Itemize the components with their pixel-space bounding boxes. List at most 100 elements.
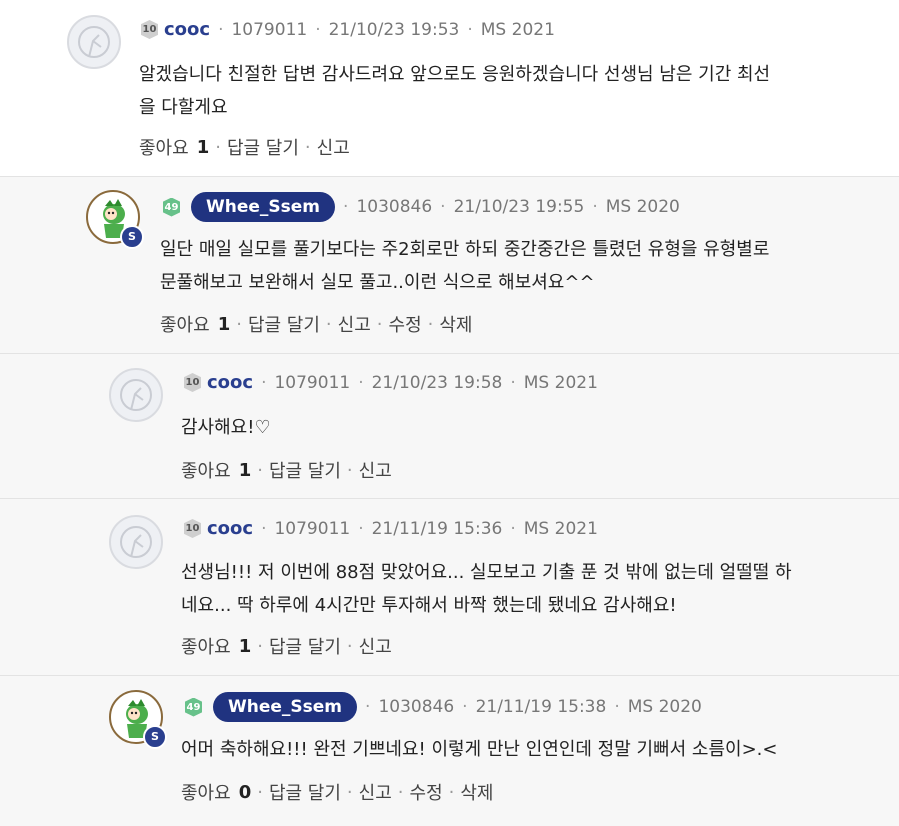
action-separator: · [427, 313, 434, 335]
reply-button[interactable]: 답글 달기 [269, 779, 341, 805]
reply-button[interactable]: 답글 달기 [269, 633, 341, 659]
user-id: 1079011 [231, 19, 308, 40]
timestamp: 21/10/23 19:55 [453, 197, 585, 217]
action-separator: · [236, 313, 242, 335]
reply-button[interactable]: 답글 달기 [269, 457, 341, 483]
meta-separator: · [315, 19, 321, 40]
meta-separator: · [343, 197, 349, 217]
like-count: 1 [238, 635, 252, 657]
level-icon: 10 [141, 20, 158, 39]
nickname[interactable]: cooc [164, 19, 210, 40]
comment-actions: 좋아요 1 · 답글 달기 · 신고 · 수정 · 삭제 [160, 311, 473, 337]
like-button[interactable]: 좋아요 [181, 457, 231, 483]
action-separator: · [215, 136, 221, 158]
comment-text-line: 일단 매일 실모를 풀기보다는 주2회로만 하되 중간중간은 틀렸던 유형을 유… [160, 239, 770, 260]
program-label: MS 2020 [605, 197, 680, 217]
like-count: 1 [238, 459, 252, 481]
action-separator: · [257, 781, 263, 803]
action-separator: · [325, 313, 332, 335]
level-icon: 10 [184, 519, 201, 538]
comment-text-line: 문풀해보고 보완해서 실모 풀고..이런 식으로 해보셔요^^ [160, 272, 595, 293]
timestamp: 21/10/23 19:58 [371, 372, 503, 393]
comment-text: 선생님!!! 저 이번에 88점 맞았어요... 실모보고 기출 푼 것 밖에 … [181, 556, 792, 622]
report-button[interactable]: 신고 [359, 457, 392, 483]
comment-text: 알겠습니다 친절한 답변 감사드려요 앞으로도 응원하겠습니다 선생님 남은 기… [139, 58, 770, 124]
nickname[interactable]: Whee_Ssem [213, 692, 358, 722]
comment-actions: 좋아요 0 · 답글 달기 · 신고 · 수정 · 삭제 [181, 779, 494, 805]
comment: S 49 Whee_Ssem · 1030846 · 21/10/23 19:5… [0, 177, 899, 353]
comment-text-line: 알겠습니다 친절한 답변 감사드려요 앞으로도 응원하겠습니다 선생님 남은 기… [139, 64, 771, 85]
timestamp: 21/11/19 15:36 [371, 518, 503, 539]
comment-actions: 좋아요 1 · 답글 달기 · 신고 [181, 633, 392, 659]
timestamp: 21/11/19 15:38 [475, 697, 607, 717]
avatar[interactable] [67, 15, 121, 69]
edit-button[interactable]: 수정 [410, 779, 443, 805]
report-button[interactable]: 신고 [359, 633, 392, 659]
comment-meta: 10 cooc · 1079011 · 21/11/19 15:36 · MS … [184, 518, 598, 539]
like-button[interactable]: 좋아요 [160, 311, 210, 337]
like-button[interactable]: 좋아요 [181, 633, 231, 659]
user-id: 1030846 [356, 197, 433, 217]
nickname[interactable]: Whee_Ssem [191, 192, 336, 222]
comment-text-line: 을 다할게요 [139, 97, 228, 118]
timestamp: 21/10/23 19:53 [328, 19, 460, 40]
report-button[interactable]: 신고 [317, 134, 350, 160]
verified-badge: S [120, 225, 144, 249]
program-label: MS 2020 [627, 697, 702, 717]
reply-button[interactable]: 답글 달기 [227, 134, 299, 160]
verified-badge: S [143, 725, 167, 749]
edit-button[interactable]: 수정 [389, 311, 422, 337]
report-button[interactable]: 신고 [338, 311, 371, 337]
comment-meta: 49 Whee_Ssem · 1030846 · 21/11/19 15:38 … [185, 692, 702, 722]
action-separator: · [346, 635, 353, 657]
user-id: 1079011 [274, 372, 351, 393]
comment: 10 cooc · 1079011 · 21/10/23 19:53 · MS … [0, 0, 899, 176]
action-separator: · [257, 635, 263, 657]
delete-button[interactable]: 삭제 [460, 779, 493, 805]
comment-actions: 좋아요 1 · 답글 달기 · 신고 [139, 134, 350, 160]
level-icon: 10 [184, 373, 201, 392]
meta-separator: · [510, 518, 516, 539]
meta-separator: · [261, 372, 267, 393]
nickname[interactable]: cooc [207, 518, 253, 539]
meta-separator: · [592, 197, 598, 217]
action-separator: · [304, 136, 311, 158]
meta-separator: · [467, 19, 473, 40]
comment-meta: 10 cooc · 1079011 · 21/10/23 19:53 · MS … [141, 19, 555, 40]
like-button[interactable]: 좋아요 [181, 779, 231, 805]
avatar[interactable] [109, 515, 163, 569]
action-separator: · [257, 459, 263, 481]
default-avatar-icon [120, 526, 152, 558]
level-icon: 49 [185, 697, 202, 717]
like-count: 1 [196, 136, 210, 158]
like-button[interactable]: 좋아요 [139, 134, 189, 160]
meta-separator: · [358, 518, 364, 539]
avatar[interactable] [109, 368, 163, 422]
level-icon: 49 [163, 197, 180, 217]
comment: 10 cooc · 1079011 · 21/11/19 15:36 · MS … [0, 499, 899, 675]
action-separator: · [376, 313, 383, 335]
meta-separator: · [510, 372, 516, 393]
meta-separator: · [614, 697, 620, 717]
delete-button[interactable]: 삭제 [439, 311, 472, 337]
report-button[interactable]: 신고 [359, 779, 392, 805]
like-count: 1 [217, 313, 231, 335]
comment-meta: 49 Whee_Ssem · 1030846 · 21/10/23 19:55 … [163, 192, 680, 222]
program-label: MS 2021 [523, 372, 598, 393]
comment-text: 어머 축하해요!!! 완전 기쁘네요! 이렇게 만난 인연인데 정말 기뻐서 소… [181, 733, 777, 766]
meta-separator: · [365, 697, 371, 717]
reply-button[interactable]: 답글 달기 [248, 311, 320, 337]
nickname[interactable]: cooc [207, 372, 253, 393]
comment-actions: 좋아요 1 · 답글 달기 · 신고 [181, 457, 392, 483]
action-separator: · [448, 781, 455, 803]
action-separator: · [397, 781, 404, 803]
comment-text: 감사해요!♡ [181, 411, 271, 444]
comment-text-line: 감사해요!♡ [181, 417, 271, 438]
action-separator: · [346, 781, 353, 803]
program-label: MS 2021 [480, 19, 555, 40]
default-avatar-icon [78, 26, 110, 58]
comment: S 49 Whee_Ssem · 1030846 · 21/11/19 15:3… [0, 676, 899, 826]
meta-separator: · [358, 372, 364, 393]
meta-separator: · [261, 518, 267, 539]
comment-text-line: 선생님!!! 저 이번에 88점 맞았어요... 실모보고 기출 푼 것 밖에 … [181, 562, 792, 583]
